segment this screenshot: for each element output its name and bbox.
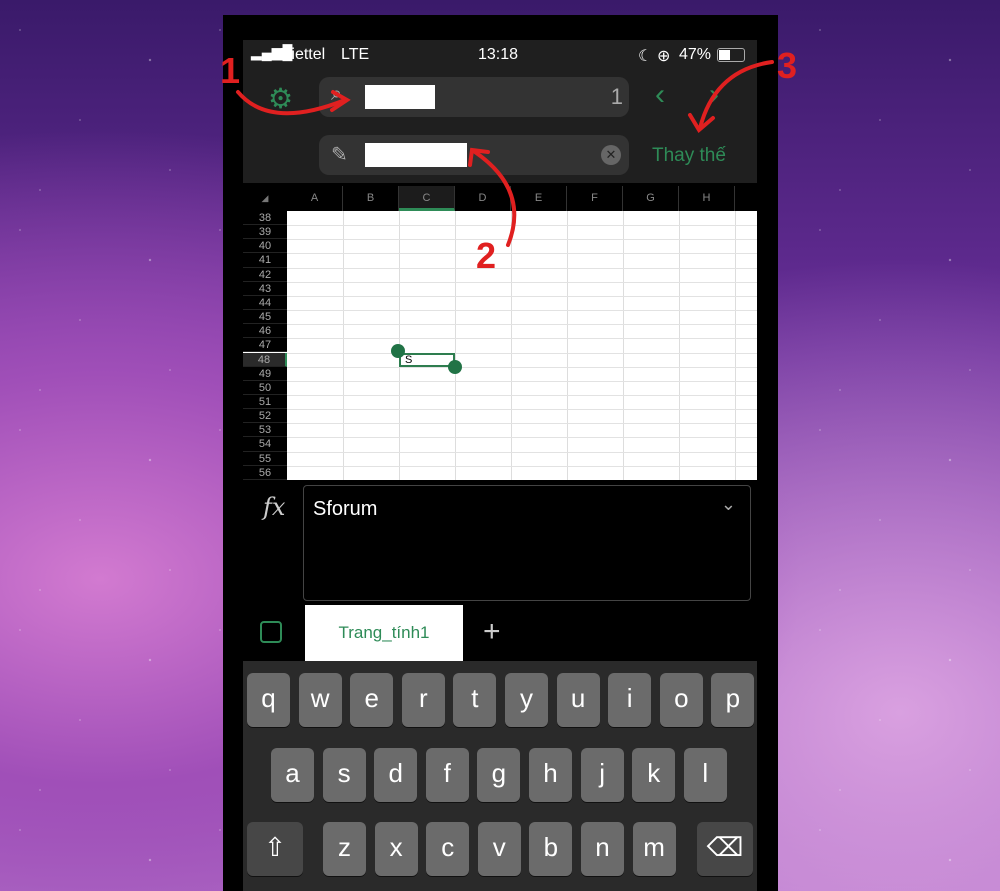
annotation-arrows	[236, 60, 774, 247]
arrow-2	[473, 150, 517, 247]
annotation-2: 2	[476, 235, 497, 276]
arrow-1	[236, 90, 347, 116]
annotation-3: 3	[777, 45, 798, 86]
annotation-1: 1	[220, 50, 241, 91]
